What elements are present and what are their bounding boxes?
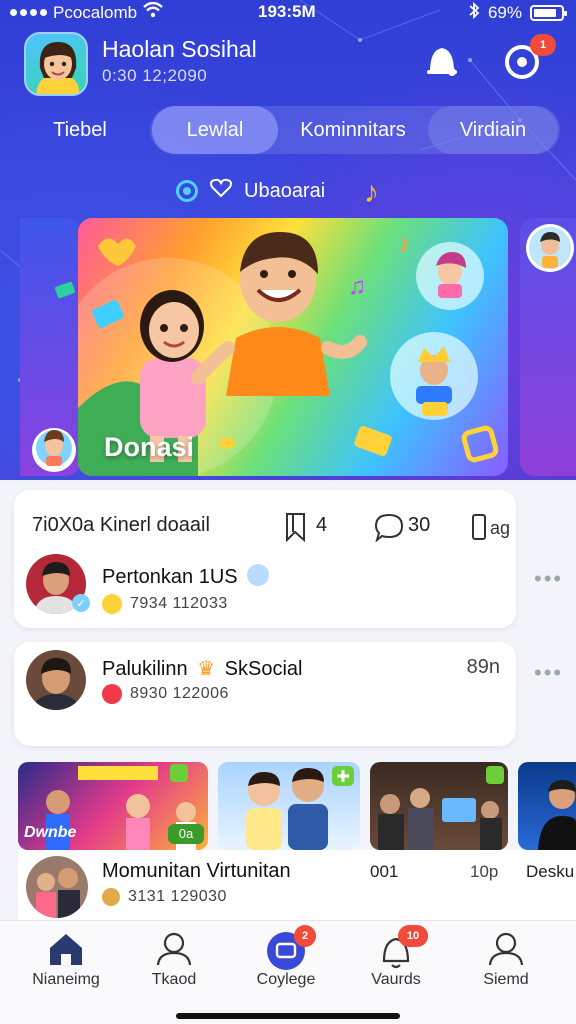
battery-icon — [530, 5, 567, 21]
comment-count: 30 — [408, 514, 431, 536]
music-note-icon: ♪ — [364, 176, 379, 209]
nav-create-label: Coylege — [256, 971, 316, 988]
thumbnail-4-art — [538, 780, 576, 850]
user-detail-2-text: 8930 122006 — [130, 685, 229, 702]
thumbnail-1-label: Dwnbe — [24, 824, 77, 841]
nav-home-label: Nianeimg — [32, 971, 100, 988]
carrier-label: Pcocalomb — [53, 2, 138, 22]
home-indicator — [176, 1013, 400, 1019]
verified-icon: ✓ — [72, 594, 90, 612]
thumbnail-strip: Dwnbe 0a — [18, 762, 576, 850]
signal-icon — [10, 9, 47, 16]
tab-lewlal[interactable]: Lewlal — [152, 106, 278, 154]
svg-text:ag: ag — [490, 518, 510, 538]
nav-home[interactable]: Nianeimg — [16, 931, 116, 989]
nav-profile[interactable]: Siemd — [456, 931, 556, 989]
user-name-2-text: Palukilinn — [102, 658, 188, 680]
svg-text:♫: ♫ — [348, 273, 366, 300]
share-icon[interactable]: ag — [470, 512, 518, 548]
nav-create-badge: 2 — [294, 925, 316, 947]
user-avatar-2[interactable] — [26, 650, 86, 710]
thumbnail-2-art — [246, 766, 354, 850]
comment-icon[interactable] — [374, 512, 404, 548]
bottom-nav: Nianeimg Tkaod 2 Coylege 10 Vaurds Siemd — [0, 920, 576, 1024]
thumbnail-3[interactable] — [370, 762, 508, 850]
messages-badge: 1 — [530, 34, 556, 56]
prev-card-art — [32, 281, 76, 472]
thumbnail-3-art — [378, 766, 504, 850]
profile-subtitle: 0:30 12;2090 — [102, 66, 208, 85]
post-card[interactable]: 7i0X0a Kinerl doaail 4 30 ag ✓ Pertonkan… — [14, 490, 516, 628]
coin-icon — [102, 594, 122, 614]
person-icon — [156, 932, 192, 966]
nav-messages[interactable]: 10 Vaurds — [346, 925, 446, 989]
heart-outline-icon — [210, 178, 232, 204]
nav-messages-badge: 10 — [398, 925, 428, 947]
nav-profile-label: Siemd — [483, 971, 529, 988]
nav-create[interactable]: 2 Coylege — [236, 925, 336, 989]
cloud-icon — [247, 564, 270, 586]
messages-button[interactable]: 1 — [502, 34, 556, 80]
user-name-2: Palukilinn ♛ SkSocial — [102, 656, 302, 681]
user-detail: 7934 112033 — [102, 594, 228, 614]
community-mid: 001 — [370, 862, 399, 881]
battery-percent: 69% — [487, 3, 522, 22]
coin-icon-2 — [102, 888, 120, 906]
profile-avatar[interactable] — [24, 32, 88, 96]
nav-friends[interactable]: Tkaod — [124, 931, 224, 989]
bell-icon — [427, 48, 457, 76]
more-options-button[interactable]: ••• — [534, 566, 563, 592]
tab-tiebel[interactable]: Tiebel — [20, 106, 140, 154]
tab-virdiain[interactable]: Virdiain — [428, 106, 558, 154]
tab-bar: Tiebel Lewlal Kominnitars Virdiain — [20, 106, 560, 154]
thumbnail-4[interactable] — [518, 762, 576, 850]
crown-icon: ♛ — [197, 658, 216, 680]
user-detail-2: 8930 122006 — [102, 684, 229, 704]
user-name-text: Pertonkan 1US — [102, 566, 238, 588]
post-meta-label: 7i0X0a Kinerl doaail — [32, 514, 210, 536]
featured-card[interactable]: ♪ ♫ Donasi — [78, 218, 508, 476]
profile-icon — [488, 932, 524, 966]
carousel-prev-card[interactable] — [20, 218, 80, 476]
nav-friends-label: Tkaod — [151, 971, 197, 988]
community-title: Momunitan Virtunitan — [102, 860, 291, 882]
header-region: Pcocalomb 193:5M 69% Haolan Sosihal 0:30… — [0, 0, 576, 480]
bookmark-icon[interactable] — [284, 512, 310, 548]
status-bar: Pcocalomb 193:5M 69% — [0, 0, 576, 24]
svg-text:♪: ♪ — [398, 228, 411, 258]
post-meta-row: 7i0X0a Kinerl doaail 4 30 ag — [30, 513, 510, 544]
community-row[interactable]: Momunitan Virtunitan 3131 129030 001 10p… — [18, 850, 576, 920]
bookmark-count: 4 — [316, 514, 328, 536]
community-avatar[interactable] — [26, 856, 88, 918]
thumbnail-1[interactable]: Dwnbe 0a — [18, 762, 208, 850]
user-name-2-suffix: SkSocial — [224, 658, 303, 680]
home-icon — [50, 934, 82, 965]
next-card-art — [526, 224, 574, 272]
tab-kominnitars[interactable]: Kominnitars — [278, 106, 428, 154]
community-right: Desku — [526, 862, 575, 881]
section-label: Ubaoarai — [244, 179, 326, 202]
thumbnail-1-tag: 0a — [168, 824, 204, 844]
community-time: 10p — [470, 862, 499, 881]
featured-label: Donasi — [104, 432, 195, 462]
profile-name: Haolan Sosihal — [102, 36, 257, 62]
more-options-button-2[interactable]: ••• — [534, 660, 563, 686]
user-name: Pertonkan 1US — [102, 564, 270, 589]
notification-button[interactable] — [422, 40, 462, 80]
bluetooth-icon — [468, 1, 480, 24]
community-detail-text: 3131 129030 — [128, 888, 227, 905]
post-time: 89n — [466, 656, 500, 678]
community-detail: 3131 129030 — [102, 888, 227, 906]
post-card-2[interactable]: Palukilinn ♛ SkSocial 8930 122006 89n — [14, 642, 516, 746]
carousel-next-card[interactable] — [520, 218, 576, 476]
section-header: Ubaoarai — [176, 178, 325, 204]
nav-messages-label: Vaurds — [371, 971, 421, 988]
target-icon — [176, 180, 198, 202]
wifi-icon — [143, 1, 163, 23]
user-detail-text: 7934 112033 — [130, 595, 228, 612]
clock: 193:5M — [258, 2, 316, 21]
thumbnail-2[interactable] — [218, 762, 360, 850]
avatar-illustration — [36, 42, 80, 94]
heart-icon — [102, 684, 122, 704]
